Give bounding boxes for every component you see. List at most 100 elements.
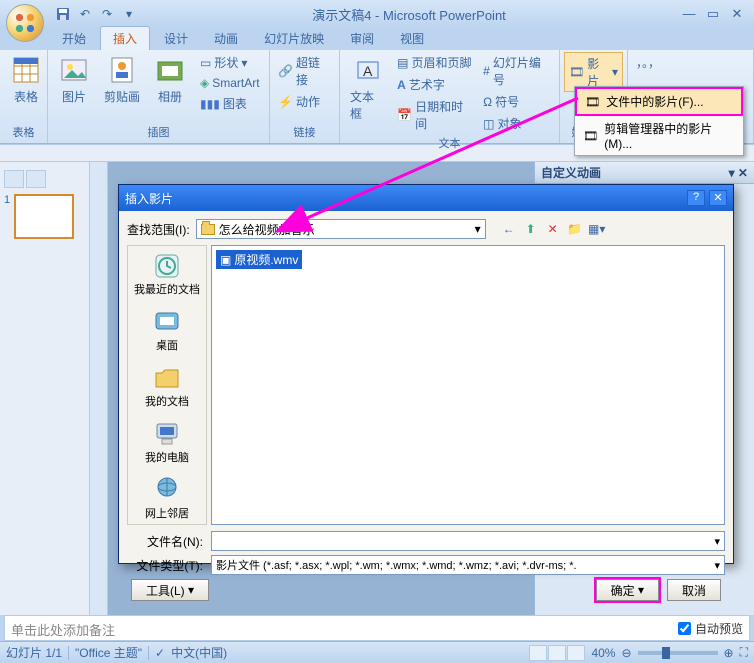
zoom-in[interactable]: ⊕ bbox=[724, 646, 734, 660]
filename-input[interactable]: ▾ bbox=[211, 531, 725, 551]
dialog-help-icon[interactable]: ? bbox=[687, 190, 705, 206]
clipart-icon bbox=[106, 54, 138, 86]
spellcheck-icon[interactable]: ✓ bbox=[155, 646, 165, 660]
up-icon[interactable]: ⬆ bbox=[522, 220, 540, 238]
taskpane-title: 自定义动画 bbox=[541, 164, 601, 181]
textbox-button[interactable]: A文本框 bbox=[344, 52, 391, 124]
tab-view[interactable]: 视图 bbox=[388, 27, 436, 50]
delete-icon[interactable]: ✕ bbox=[544, 220, 562, 238]
view-sorter[interactable] bbox=[548, 645, 566, 661]
wordart-button[interactable]: A艺术字 bbox=[393, 74, 477, 95]
qat-dropdown-icon[interactable]: ▾ bbox=[120, 5, 138, 23]
titlebar: ↶ ↷ ▾ 演示文稿4 - Microsoft PowerPoint — ▭ ✕ bbox=[0, 0, 754, 28]
svg-text:A: A bbox=[363, 63, 373, 79]
ok-button[interactable]: 确定 ▾ bbox=[596, 579, 659, 601]
tab-insert[interactable]: 插入 bbox=[100, 26, 150, 50]
symbol-button[interactable]: Ω符号 bbox=[479, 91, 555, 112]
symbol-icon: Ω bbox=[483, 95, 492, 109]
action-icon: ⚡ bbox=[278, 95, 293, 109]
back-icon[interactable]: ← bbox=[500, 220, 518, 238]
view-slideshow[interactable] bbox=[567, 645, 585, 661]
table-button[interactable]: 表格 bbox=[4, 52, 48, 107]
slides-panel: 1 bbox=[0, 162, 90, 615]
film-icon: 🎞 bbox=[585, 95, 600, 109]
place-recent[interactable]: 我最近的文档 bbox=[134, 250, 200, 296]
status-slide: 幻灯片 1/1 bbox=[6, 644, 62, 661]
folder-icon bbox=[201, 224, 215, 235]
outline-tab[interactable] bbox=[26, 170, 46, 188]
album-button[interactable]: 相册 bbox=[148, 52, 192, 107]
zoom-fit[interactable]: ⛶ bbox=[740, 645, 748, 660]
zoom-slider[interactable] bbox=[638, 651, 718, 655]
ruler-vertical bbox=[90, 162, 108, 615]
zoom-level[interactable]: 40% bbox=[591, 646, 615, 660]
file-item-selected[interactable]: ▣原视频.wmv bbox=[216, 250, 302, 269]
tab-review[interactable]: 审阅 bbox=[338, 27, 386, 50]
newfolder-icon[interactable]: 📁 bbox=[566, 220, 584, 238]
wordart-icon: A bbox=[397, 78, 406, 92]
tab-slideshow[interactable]: 幻灯片放映 bbox=[252, 27, 336, 50]
view-buttons bbox=[529, 645, 585, 661]
group-text: 文本 bbox=[344, 134, 555, 152]
group-links: 链接 bbox=[274, 123, 335, 141]
recent-icon bbox=[151, 250, 183, 282]
status-bar: 幻灯片 1/1 "Office 主题" ✓ 中文(中国) 40% ⊖ ⊕ ⛶ bbox=[0, 641, 754, 663]
redo-icon[interactable]: ↷ bbox=[98, 5, 116, 23]
autopreview-checkbox[interactable]: 自动预览 bbox=[678, 620, 743, 637]
cancel-button[interactable]: 取消 bbox=[667, 579, 721, 601]
hyperlink-icon: 🔗 bbox=[278, 64, 293, 78]
file-list[interactable]: ▣原视频.wmv bbox=[211, 245, 725, 525]
view-normal[interactable] bbox=[529, 645, 547, 661]
slide-thumbnail-1[interactable]: 1 bbox=[4, 194, 85, 239]
smartart-button[interactable]: ◈SmartArt bbox=[196, 74, 264, 92]
object-button[interactable]: ◫对象 bbox=[479, 113, 555, 134]
clipart-button[interactable]: 剪贴画 bbox=[98, 52, 146, 107]
tab-anim[interactable]: 动画 bbox=[202, 27, 250, 50]
film-icon: 🎞 bbox=[583, 129, 598, 143]
lookin-label: 查找范围(I): bbox=[127, 221, 190, 238]
wmv-icon: ▣ bbox=[220, 253, 231, 267]
headerfooter-button[interactable]: ▤页眉和页脚 bbox=[393, 52, 477, 73]
special-button[interactable]: ，。， bbox=[632, 52, 664, 73]
place-network[interactable]: 网上邻居 bbox=[145, 474, 189, 520]
close-button[interactable]: ✕ bbox=[728, 6, 746, 22]
lookin-combo[interactable]: 怎么给视频加音乐 ▾ bbox=[196, 219, 486, 239]
chart-button[interactable]: ▮▮▮图表 bbox=[196, 93, 264, 114]
dialog-close-icon[interactable]: ✕ bbox=[709, 190, 727, 206]
movie-icon: 🎞 bbox=[569, 65, 584, 79]
movie-from-organizer[interactable]: 🎞剪辑管理器中的影片(M)... bbox=[575, 116, 743, 155]
shapes-button[interactable]: ▭形状▾ bbox=[196, 52, 264, 73]
album-icon bbox=[154, 54, 186, 86]
place-mydocs[interactable]: 我的文档 bbox=[145, 362, 189, 408]
action-button[interactable]: ⚡动作 bbox=[274, 91, 335, 112]
slidenumber-button[interactable]: #幻灯片编号 bbox=[479, 52, 555, 90]
filetype-combo[interactable]: 影片文件 (*.asf; *.asx; *.wpl; *.wm; *.wmx; … bbox=[211, 555, 725, 575]
minimize-button[interactable]: — bbox=[680, 6, 698, 22]
undo-icon[interactable]: ↶ bbox=[76, 5, 94, 23]
tab-design[interactable]: 设计 bbox=[152, 27, 200, 50]
save-icon[interactable] bbox=[54, 5, 72, 23]
picture-button[interactable]: 图片 bbox=[52, 52, 96, 107]
tools-button[interactable]: 工具(L) ▾ bbox=[131, 579, 209, 601]
dialog-title: 插入影片 bbox=[125, 190, 173, 207]
datetime-icon: 📅 bbox=[397, 108, 412, 122]
office-button[interactable] bbox=[6, 4, 44, 42]
group-tables: 表格 bbox=[4, 123, 43, 141]
status-lang[interactable]: 中文(中国) bbox=[171, 644, 227, 661]
restore-button[interactable]: ▭ bbox=[704, 6, 722, 22]
datetime-button[interactable]: 📅日期和时间 bbox=[393, 96, 477, 134]
hyperlink-button[interactable]: 🔗超链接 bbox=[274, 52, 335, 90]
window-title: 演示文稿4 - Microsoft PowerPoint bbox=[138, 5, 680, 24]
movie-from-file[interactable]: 🎞文件中的影片(F)... bbox=[575, 87, 743, 116]
tab-home[interactable]: 开始 bbox=[50, 27, 98, 50]
object-icon: ◫ bbox=[483, 117, 494, 131]
movie-dropdown: 🎞文件中的影片(F)... 🎞剪辑管理器中的影片(M)... bbox=[574, 86, 744, 156]
place-mycomputer[interactable]: 我的电脑 bbox=[145, 418, 189, 464]
picture-icon bbox=[58, 54, 90, 86]
views-icon[interactable]: ▦▾ bbox=[588, 220, 606, 238]
zoom-out[interactable]: ⊖ bbox=[621, 646, 631, 660]
taskpane-close-icon[interactable]: ▾ ✕ bbox=[729, 166, 748, 180]
place-desktop[interactable]: 桌面 bbox=[151, 306, 183, 352]
chart-icon: ▮▮▮ bbox=[200, 97, 220, 111]
slides-tab[interactable] bbox=[4, 170, 24, 188]
